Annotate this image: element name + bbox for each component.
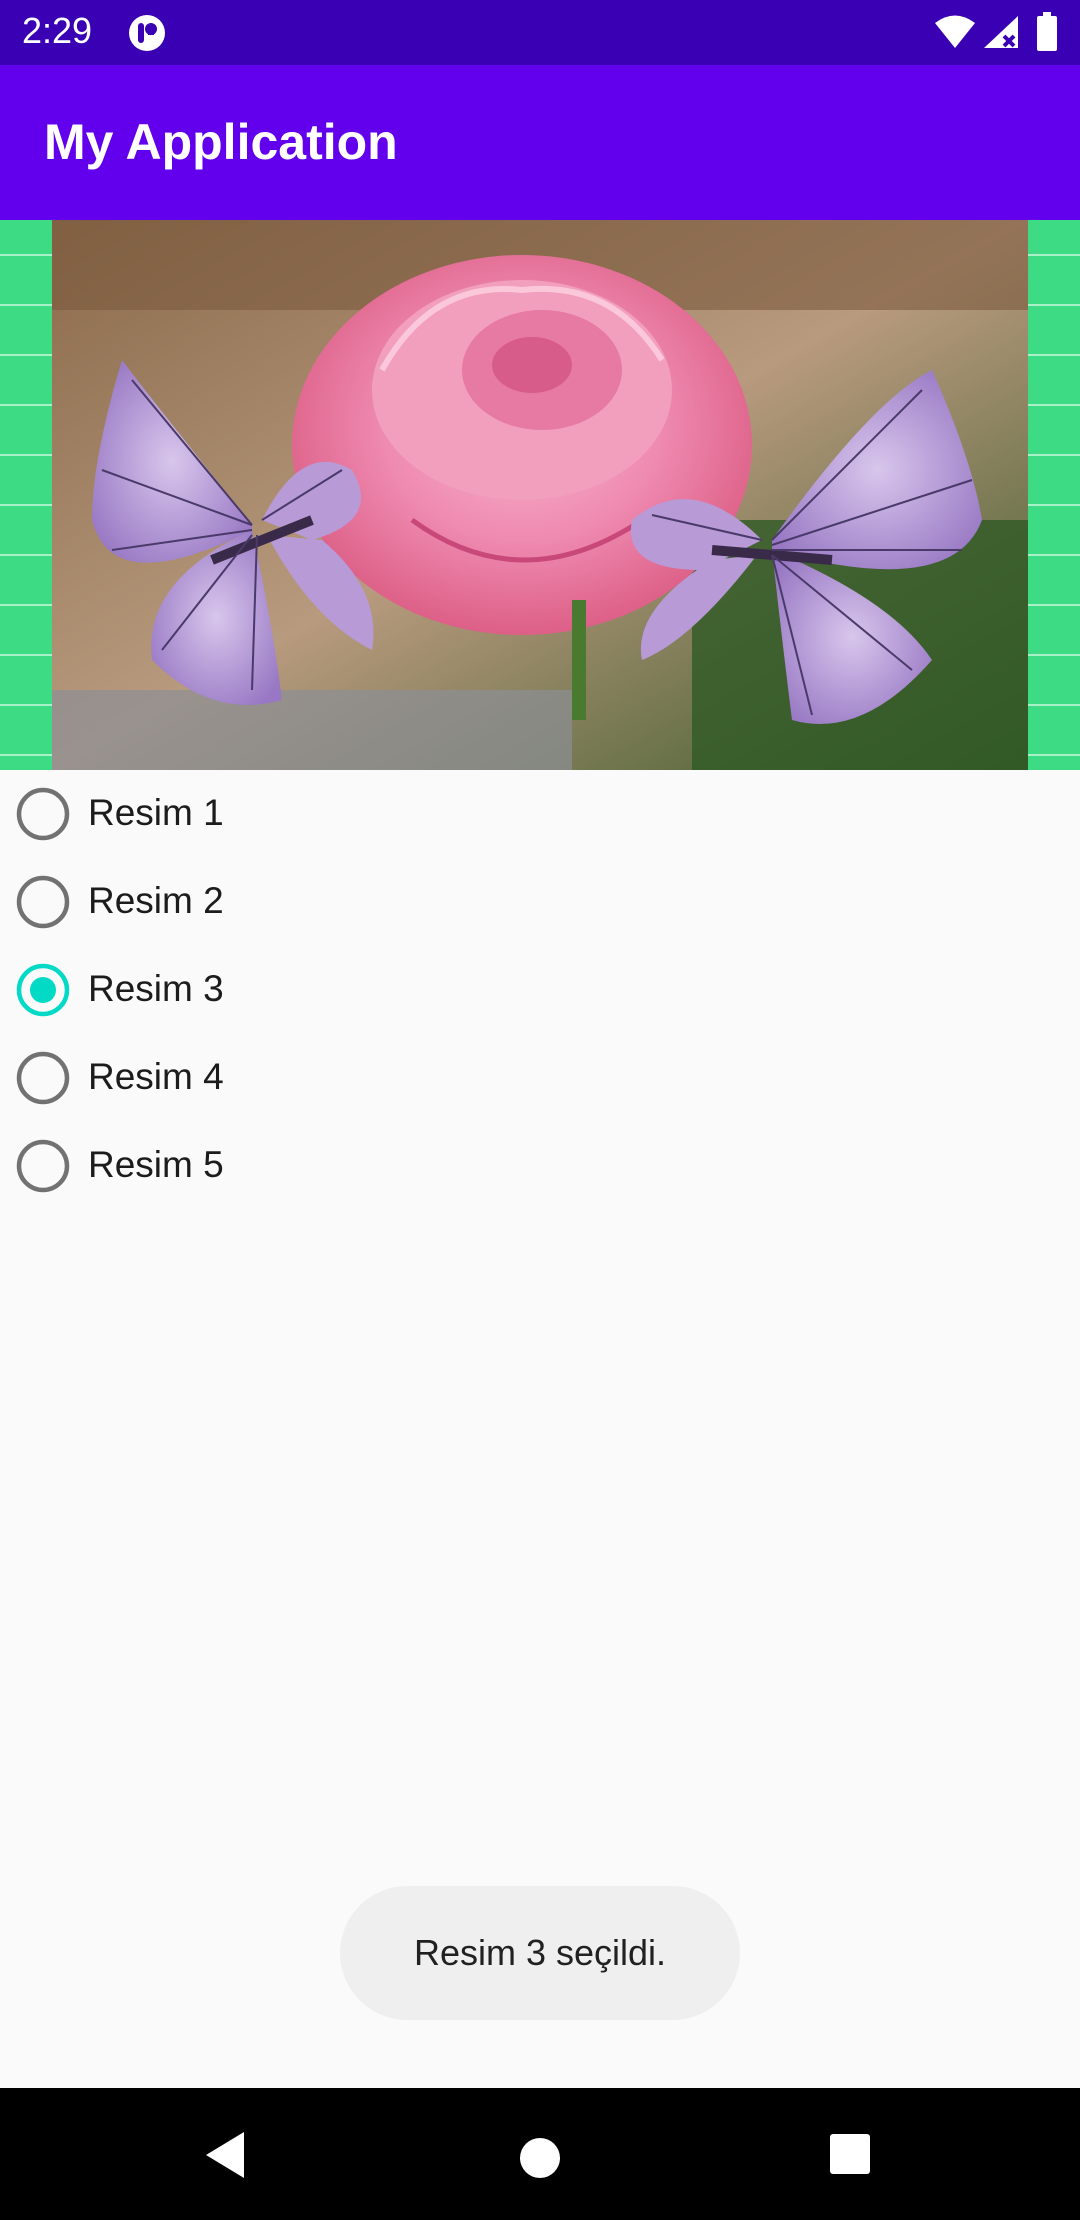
radio-button-unchecked[interactable]: [16, 1139, 70, 1193]
radio-label: Resim 1: [88, 792, 224, 833]
radio-label: Resim 2: [88, 880, 224, 921]
status-bar: 2:29: [0, 0, 1080, 65]
notification-icon: [129, 15, 165, 51]
radio-button-unchecked[interactable]: [16, 787, 70, 841]
radio-option-1[interactable]: Resim 1: [0, 770, 600, 858]
image-view: [0, 220, 1080, 770]
radio-label: Resim 3: [88, 968, 224, 1009]
app-bar: My Application: [0, 65, 1080, 220]
toast-text: Resim 3 seçildi.: [413, 1932, 667, 1973]
radio-button-unchecked[interactable]: [16, 1051, 70, 1105]
recents-icon[interactable]: [828, 2132, 872, 2176]
radio-option-4[interactable]: Resim 4: [0, 1034, 600, 1122]
radio-label: Resim 4: [88, 1056, 224, 1097]
radio-button-unchecked[interactable]: [16, 875, 70, 929]
radio-option-2[interactable]: Resim 2: [0, 858, 600, 946]
radio-option-5[interactable]: Resim 5: [0, 1122, 600, 1210]
rose-butterflies-image: [52, 220, 1028, 770]
home-icon[interactable]: [512, 2130, 568, 2186]
radio-label: Resim 5: [88, 1144, 224, 1185]
cell-signal-icon: [984, 16, 1018, 48]
wifi-icon: [935, 15, 975, 48]
radio-option-3[interactable]: Resim 3: [0, 946, 600, 1034]
navigation-bar: [0, 2088, 1080, 2220]
app-title: My Application: [44, 114, 398, 170]
status-time: 2:29: [22, 10, 93, 51]
battery-icon: [1037, 12, 1057, 51]
back-icon[interactable]: [200, 2128, 254, 2182]
toast-message: Resim 3 seçildi.: [340, 1886, 740, 2020]
radio-button-checked[interactable]: [16, 963, 70, 1017]
